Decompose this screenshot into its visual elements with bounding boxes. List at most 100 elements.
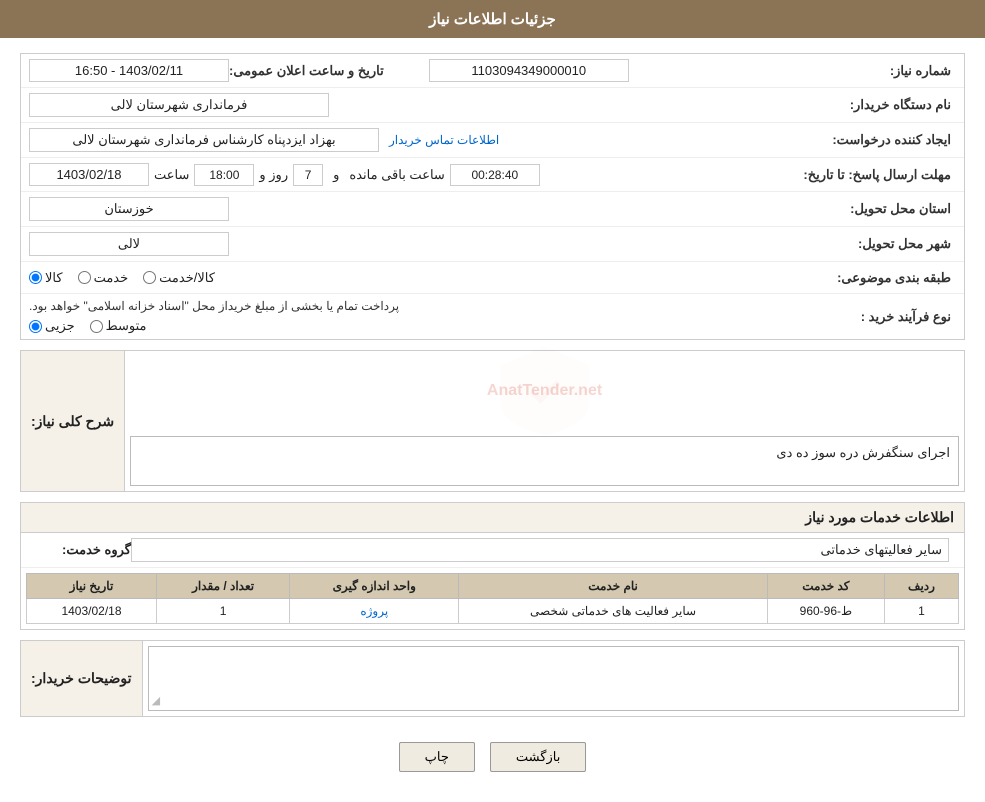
table-row: 1 ط-96-960 سایر فعالیت های خدماتی شخصی پ… [27,599,959,624]
tarikh-ersal-label: مهلت ارسال پاسخ: تا تاریخ: [803,167,956,183]
sharh-row: AnatTender.net اجرای سنگفرش دره سوز ده د… [21,351,964,491]
nooe-value-cell: پرداخت تمام یا بخشی از مبلغ خریداز محل "… [29,299,826,334]
ejad-value: بهزاد ایزدپناه کارشناس فرمانداری شهرستان… [29,128,379,152]
tarikh-ersal-date: 1403/02/18 [29,163,149,186]
shahr-row: شهر محل تحویل: لالی [21,227,964,262]
saat-label: ساعت [154,167,189,183]
watermark-text: AnatTender.net [487,382,602,400]
th-nam: نام خدمت [459,574,768,599]
td-vahed: پروژه [290,599,459,624]
th-tarikh: تاریخ نیاز [27,574,157,599]
baqi-value: 00:28:40 [450,164,540,186]
dastgah-row: نام دستگاه خریدار: فرمانداری شهرستان لال… [21,88,964,123]
tabaghe-kala-khedmat-item: کالا/خدمت [143,270,215,286]
tosihaat-value: ◢ [148,646,959,711]
date-time-group: 00:28:40 ساعت باقی مانده و 7 روز و 18:00… [29,163,540,186]
tosihaat-box-wrapper: ◢ [143,641,964,716]
services-section: اطلاعات خدمات مورد نیاز سایر فعالیتهای خ… [20,502,965,630]
watermark-container: AnatTender.net [125,351,964,431]
tabaghe-radio-group: کالا/خدمت خدمت کالا [29,270,215,286]
sharh-label-cell: شرح کلی نیاز: [21,351,125,491]
shahr-label: شهر محل تحویل: [826,236,956,252]
grooh-row: سایر فعالیتهای خدماتی گروه خدمت: [21,533,964,568]
tabaghe-khedmat-item: خدمت [78,270,129,286]
table-header-row: ردیف کد خدمت نام خدمت واحد اندازه گیری ت… [27,574,959,599]
sharh-section: AnatTender.net اجرای سنگفرش دره سوز ده د… [20,350,965,492]
td-radif: 1 [884,599,958,624]
ostan-value-cell: خوزستان [29,197,826,221]
ostan-row: استان محل تحویل: خوزستان [21,192,964,227]
tabaghe-kala-khedmat-radio[interactable] [143,271,156,284]
tabaghe-kala-khedmat-label: کالا/خدمت [159,270,215,286]
th-tedad: تعداد / مقدار [156,574,289,599]
page-header: جزئیات اطلاعات نیاز [0,0,985,38]
page-wrapper: جزئیات اطلاعات نیاز شماره نیاز: 11030943… [0,0,985,802]
nooe-motevaset-radio[interactable] [90,320,103,333]
tarikh-ersal-row: مهلت ارسال پاسخ: تا تاریخ: 00:28:40 ساعت… [21,158,964,192]
tabaghe-row: طبقه بندی موضوعی: کالا/خدمت خدمت کالا [21,262,964,294]
tosihaat-label: توضیحات خریدار: [31,670,132,687]
tarikh-elan-value: 1403/02/11 - 16:50 [29,59,229,82]
nooe-jozi-label: جزیی [45,318,75,334]
tabaghe-kala-item: کالا [29,270,63,286]
td-tarikh: 1403/02/18 [27,599,157,624]
tabaghe-label: طبقه بندی موضوعی: [826,270,956,286]
services-section-title: اطلاعات خدمات مورد نیاز [21,503,964,533]
shomara-value: 1103094349000010 [429,59,629,82]
page-title: جزئیات اطلاعات نیاز [429,11,556,28]
baqi-label: ساعت باقی مانده [349,167,444,183]
shomara-value-cell: 1103094349000010 تاریخ و ساعت اعلان عموم… [29,59,826,82]
td-kod: ط-96-960 [767,599,884,624]
th-radif: ردیف [884,574,958,599]
td-tedad: 1 [156,599,289,624]
shomara-row: شماره نیاز: 1103094349000010 تاریخ و ساع… [21,54,964,88]
shomara-label: شماره نیاز: [826,63,956,79]
nooe-jozi-item: جزیی [29,318,75,334]
ejad-row: ایجاد کننده درخواست: اطلاعات تماس خریدار… [21,123,964,158]
tosihaat-label-cell: توضیحات خریدار: [21,641,143,716]
ejad-value-cell: اطلاعات تماس خریدار بهزاد ایزدپناه کارشن… [29,128,826,152]
buttons-row: بازگشت چاپ [20,727,965,787]
ejad-link[interactable]: اطلاعات تماس خریدار [389,133,499,147]
ostan-value: خوزستان [29,197,229,221]
tabaghe-khedmat-radio[interactable] [78,271,91,284]
nooe-jozi-radio[interactable] [29,320,42,333]
roz-value: 7 [293,164,323,186]
services-table: ردیف کد خدمت نام خدمت واحد اندازه گیری ت… [26,573,959,624]
ejad-label: ایجاد کننده درخواست: [826,132,956,148]
tabaghe-kala-label: کالا [45,270,63,286]
tabaghe-khedmat-label: خدمت [94,270,129,286]
nooe-motevaset-label: متوسط [106,318,147,334]
dastgah-label: نام دستگاه خریدار: [826,97,956,113]
sharh-value: اجرای سنگفرش دره سوز ده دی [130,436,959,486]
bazgasht-button[interactable]: بازگشت [490,742,586,772]
shahr-value: لالی [29,232,229,256]
tabaghe-kala-radio[interactable] [29,271,42,284]
roz-label: روز و [259,167,288,183]
grooh-value: سایر فعالیتهای خدماتی [131,538,949,562]
tabaghe-value-cell: کالا/خدمت خدمت کالا [29,270,826,286]
chap-button[interactable]: چاپ [399,742,475,772]
tarikh-elan-label: تاریخ و ساعت اعلان عمومی: [229,63,389,79]
th-kod: کد خدمت [767,574,884,599]
tarikh-ersal-value-cell: 00:28:40 ساعت باقی مانده و 7 روز و 18:00… [29,163,803,186]
nooe-row: نوع فرآیند خرید : پرداخت تمام یا بخشی از… [21,294,964,339]
nooe-motevaset-item: متوسط [90,318,147,334]
nooe-label: نوع فرآیند خرید : [826,309,956,325]
td-nam: سایر فعالیت های خدماتی شخصی [459,599,768,624]
ostan-label: استان محل تحویل: [826,201,956,217]
main-content: شماره نیاز: 1103094349000010 تاریخ و ساع… [0,38,985,802]
table-body: 1 ط-96-960 سایر فعالیت های خدماتی شخصی پ… [27,599,959,624]
shahr-value-cell: لالی [29,232,826,256]
main-form-section: شماره نیاز: 1103094349000010 تاریخ و ساع… [20,53,965,340]
sharh-label: شرح کلی نیاز: [31,413,114,430]
dastgah-value-cell: فرمانداری شهرستان لالی [29,93,826,117]
roz-label-text: و [333,167,339,183]
purchase-text: پرداخت تمام یا بخشی از مبلغ خریداز محل "… [29,299,399,313]
tosihaat-section: ◢ توضیحات خریدار: [20,640,965,717]
sharh-box-wrapper: AnatTender.net اجرای سنگفرش دره سوز ده د… [125,351,964,491]
nooe-radio-group: متوسط جزیی [29,318,147,334]
table-head: ردیف کد خدمت نام خدمت واحد اندازه گیری ت… [27,574,959,599]
grooh-label: گروه خدمت: [31,542,131,558]
th-vahed: واحد اندازه گیری [290,574,459,599]
